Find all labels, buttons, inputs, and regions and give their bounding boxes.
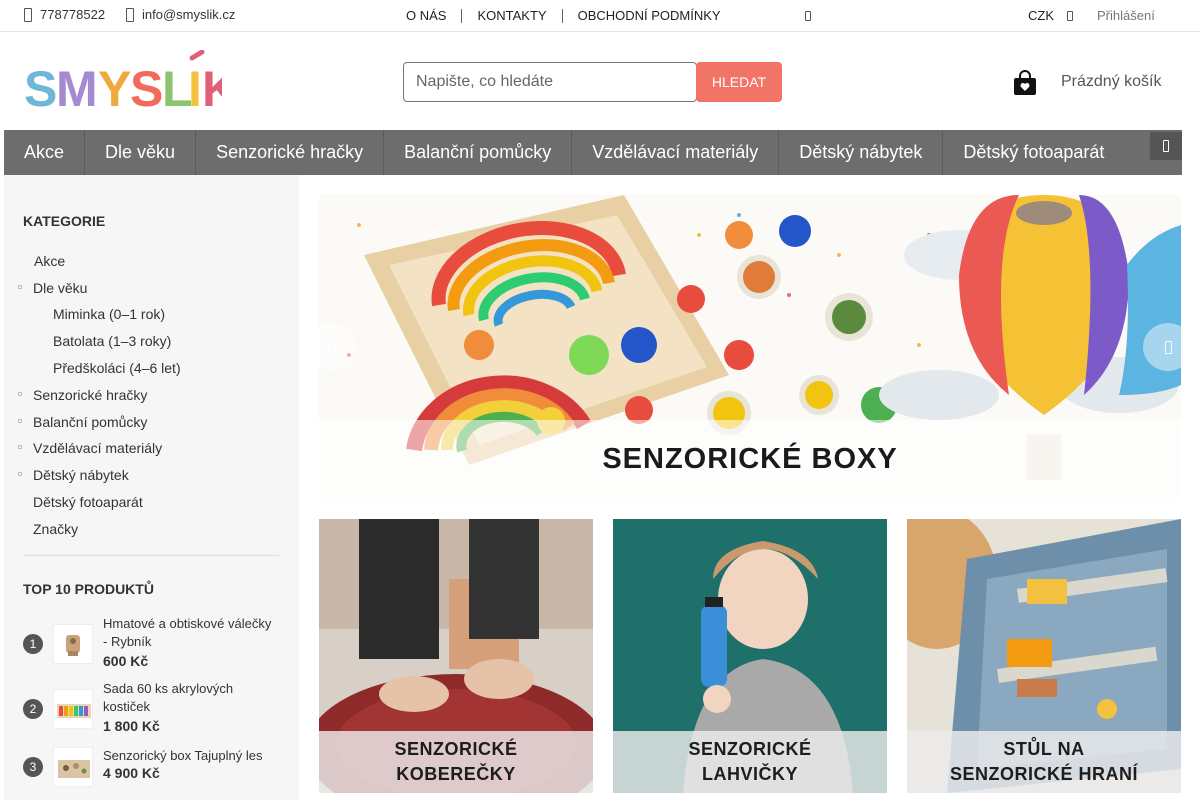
product-name[interactable]: Senzorický box Tajuplný les [103,747,279,765]
currency-dropdown-icon[interactable] [1067,11,1073,21]
top-product-item[interactable]: 2 Sada 60 ks akrylových kostiček 1 800 K… [23,680,279,736]
product-thumbnail[interactable] [53,624,93,664]
bullet-icon [18,472,22,476]
sidebar: KATEGORIE Akce Dle věku Miminka (0–1 rok… [4,175,299,800]
sidebar-item-akce[interactable]: Akce [34,253,65,269]
phone-icon [24,7,32,22]
svg-text:I: I [188,61,202,112]
divider [23,555,279,556]
email-contact[interactable]: info@smyslik.cz [126,7,235,22]
tile-caption-line: STŮL NA [1003,739,1085,759]
svg-text:Y: Y [98,61,131,112]
currency-selector[interactable]: CZK [1028,8,1054,23]
nav-more-button[interactable] [1150,132,1182,160]
tile-caption-line: KOBEREČKY [396,764,516,784]
sidebar-item-label: Dle věku [33,280,88,296]
banner-caption: SENZORICKÉ BOXY [602,443,898,475]
sidebar-item-batolata[interactable]: Batolata (1–3 roky) [53,333,171,349]
bullet-icon [18,419,22,423]
nav-item-akce[interactable]: Akce [4,130,86,175]
phone-number: 778778522 [40,7,106,22]
nav-item-balancni-pomucky[interactable]: Balanční pomůcky [384,130,573,175]
sidebar-item-znacky[interactable]: Značky [33,521,78,537]
sidebar-item-balancni-pomucky[interactable]: Balanční pomůcky [18,414,148,430]
category-tile-koberecky[interactable]: SENZORICKÉ KOBEREČKY [319,519,593,793]
cart-label[interactable]: Prázdný košík [1061,73,1161,91]
product-price: 1 800 Kč [103,718,160,734]
product-thumbnail[interactable] [53,747,93,787]
sidebar-item-vzdelavaci-materialy[interactable]: Vzdělávací materiály [18,440,163,456]
sidebar-item-senzoricke-hracky[interactable]: Senzorické hračky [18,387,148,403]
carousel-prev-button[interactable] [306,323,356,371]
nav-item-senzoricke-hracky[interactable]: Senzorické hračky [196,130,385,175]
hero-banner[interactable]: SENZORICKÉ BOXY [319,195,1181,498]
svg-text:S: S [24,61,57,112]
carousel-next-button[interactable] [1143,323,1193,371]
sidebar-item-detsky-nabytek[interactable]: Dětský nábytek [18,467,129,483]
svg-text:S: S [130,61,163,112]
bullet-icon [18,445,22,449]
tile-caption-line: SENZORICKÉ HRANÍ [949,764,1138,784]
tile-caption-line: LAHVIČKY [701,764,798,784]
tile-caption: SENZORICKÉ KOBEREČKY [319,737,593,787]
search-button[interactable]: HLEDAT [696,62,782,102]
category-tile-lahvicky[interactable]: SENZORICKÉ LAHVIČKY [613,519,887,793]
sidebar-item-label: Balanční pomůcky [33,414,148,430]
tile-caption: SENZORICKÉ LAHVIČKY [613,737,887,787]
divider [461,8,463,23]
category-tile-stul[interactable]: STŮL NA SENZORICKÉ HRANÍ [907,519,1181,793]
top-link-terms[interactable]: OBCHODNÍ PODMÍNKY [578,8,721,23]
product-price: 4 900 Kč [103,765,160,781]
top-products-title: TOP 10 PRODUKTŮ [23,581,154,597]
menu-icon [1163,140,1169,152]
nav-item-dle-veku[interactable]: Dle věku [85,130,197,175]
email-address: info@smyslik.cz [142,7,236,22]
cart-icon[interactable] [1013,70,1037,96]
top-product-item[interactable]: 3 Senzorický box Tajuplný les 4 900 Kč [23,747,279,795]
logo[interactable]: S M Y S L I K [24,49,238,117]
sidebar-item-predskolaci[interactable]: Předškoláci (4–6 let) [53,360,181,376]
sidebar-item-miminka[interactable]: Miminka (0–1 rok) [53,306,165,322]
divider [561,8,563,23]
bullet-icon [18,392,22,396]
sidebar-item-label: Senzorické hračky [33,387,148,403]
top-links: O NÁS KONTAKTY OBCHODNÍ PODMÍNKY [406,8,721,23]
top-bar: 778778522 info@smyslik.cz O NÁS KONTAKTY… [0,0,1200,32]
tile-caption-line: SENZORICKÉ [688,739,812,759]
product-name[interactable]: Sada 60 ks akrylových kostiček [103,680,279,716]
top-link-about[interactable]: O NÁS [406,8,446,23]
svg-text:M: M [56,61,98,112]
nav-item-detsky-nabytek[interactable]: Dětský nábytek [779,130,944,175]
more-links-icon[interactable] [805,11,811,21]
rank-badge: 1 [23,634,43,654]
chevron-right-icon [1164,340,1172,354]
top-link-contacts[interactable]: KONTAKTY [477,8,546,23]
tile-caption-line: SENZORICKÉ [394,739,518,759]
sidebar-item-dle-veku[interactable]: Dle věku [18,280,88,296]
product-price: 600 Kč [103,653,149,669]
search-input[interactable] [403,62,697,102]
tile-caption: STŮL NA SENZORICKÉ HRANÍ [907,737,1181,787]
rank-badge: 2 [23,699,43,719]
product-name[interactable]: Hmatové a obtiskové válečky - Rybník [103,615,279,651]
sidebar-item-label: Vzdělávací materiály [33,440,163,456]
rank-badge: 3 [23,757,43,777]
top-product-item[interactable]: 1 Hmatové a obtiskové válečky - Rybník 6… [23,615,279,671]
chevron-left-icon [327,340,335,354]
login-link[interactable]: Přihlášení [1097,8,1155,23]
product-thumbnail[interactable] [53,689,93,729]
categories-title: KATEGORIE [23,213,106,229]
svg-text:K: K [202,61,222,112]
phone-contact[interactable]: 778778522 [24,7,105,22]
nav-item-detsky-fotoaparat[interactable]: Dětský fotoaparát [943,130,1124,175]
email-icon [126,7,134,22]
bullet-icon [18,285,22,289]
sidebar-item-detsky-fotoaparat[interactable]: Dětský fotoaparát [33,494,143,510]
nav-item-vzdelavaci-materialy[interactable]: Vzdělávací materiály [572,130,780,175]
sidebar-item-label: Dětský nábytek [33,467,129,483]
main-navigation: Akce Dle věku Senzorické hračky Balanční… [4,130,1182,175]
